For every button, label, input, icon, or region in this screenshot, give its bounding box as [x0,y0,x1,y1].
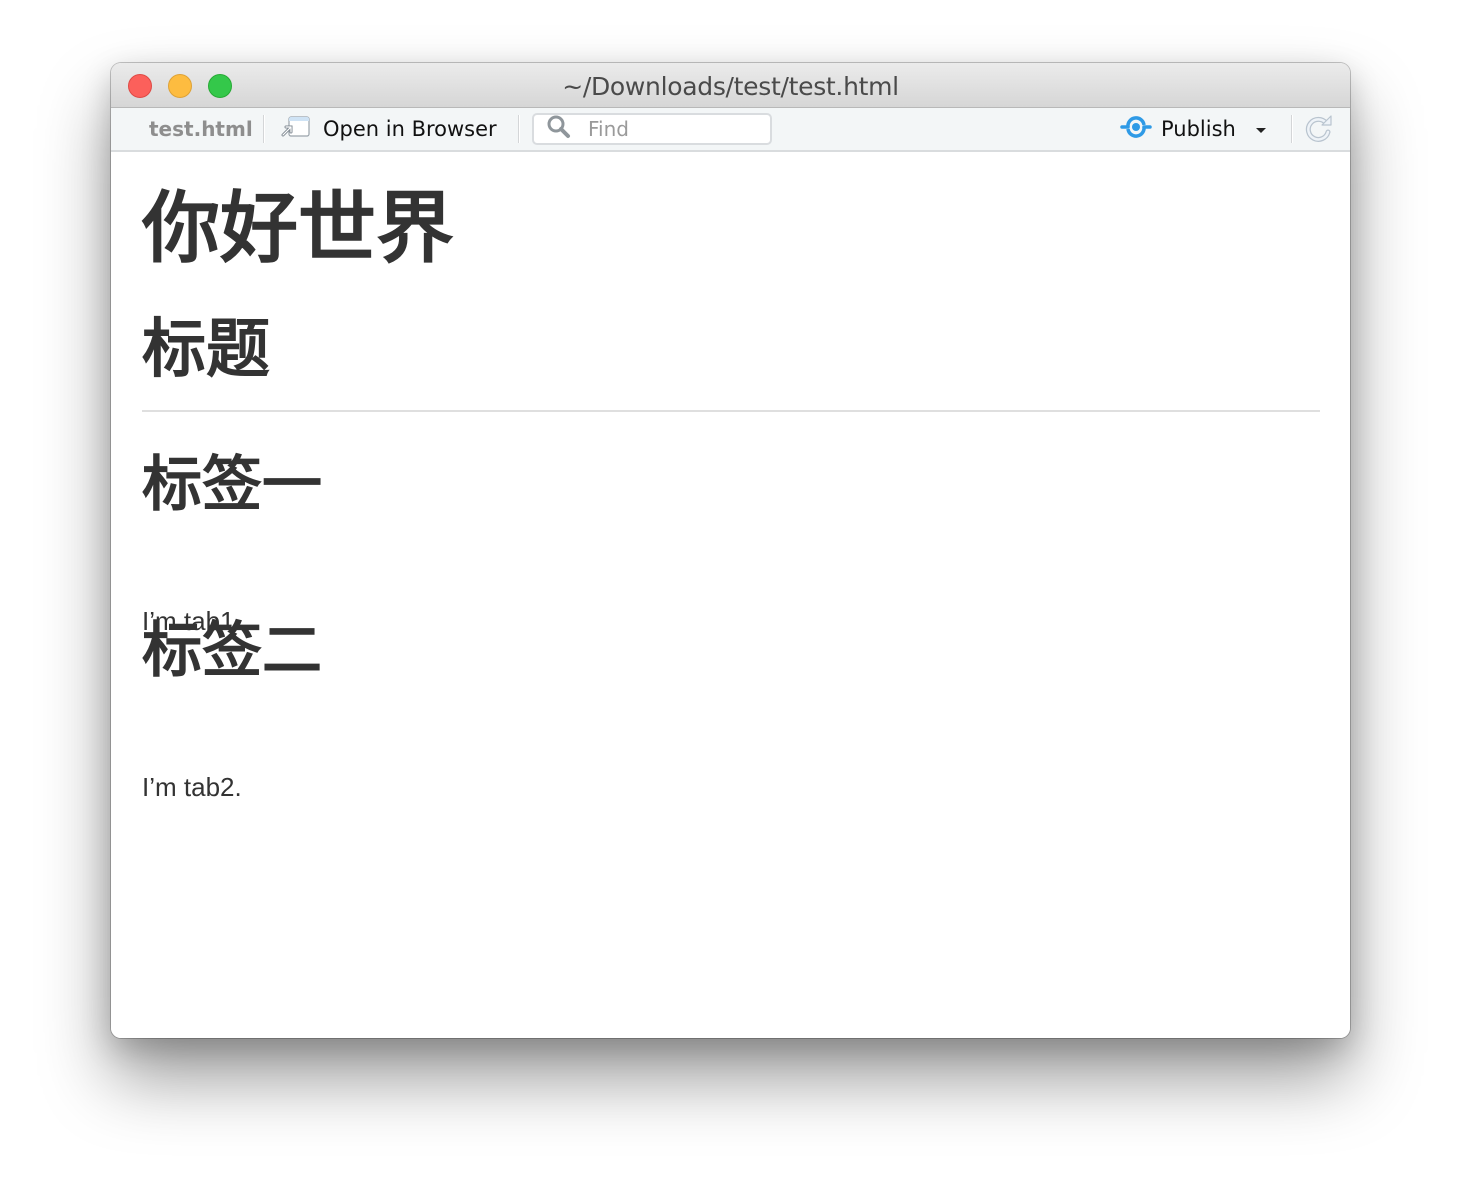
publish-button[interactable]: Publish [1119,114,1266,144]
publish-icon [1119,115,1153,143]
window-title: ~/Downloads/test/test.html [562,72,899,101]
toolbar-separator [263,115,265,143]
find-box[interactable] [532,113,772,145]
file-name-label: test.html [149,117,253,141]
document-viewer: 你好世界 标题 标签一 I’m tab1. 标签二 I’m tab2. [111,152,1350,1038]
document-title: 你好世界 [142,184,455,274]
section-text: I’m tab2. [142,772,242,802]
title-bar[interactable]: ~/Downloads/test/test.html [111,63,1350,108]
publish-label: Publish [1161,117,1236,141]
browser-window: ~/Downloads/test/test.html test.html Ope… [111,63,1350,1038]
find-input[interactable] [586,116,760,142]
document-subtitle: 标题 [142,313,270,387]
open-in-browser-label: Open in Browser [323,117,497,141]
caret-down-icon[interactable] [1255,128,1266,133]
open-in-browser-button[interactable]: Open in Browser [281,114,497,144]
viewer-toolbar: test.html Open in Browser Find Publish [111,108,1350,152]
search-icon [546,114,572,144]
open-in-browser-icon [281,115,311,143]
refresh-icon [1304,115,1334,148]
section-heading: 标签二 [142,616,322,686]
toolbar-separator [518,115,520,143]
refresh-button[interactable] [1304,114,1334,144]
section-heading: 标签一 [142,450,322,520]
toolbar-separator [1291,115,1293,143]
horizontal-rule [142,410,1320,412]
